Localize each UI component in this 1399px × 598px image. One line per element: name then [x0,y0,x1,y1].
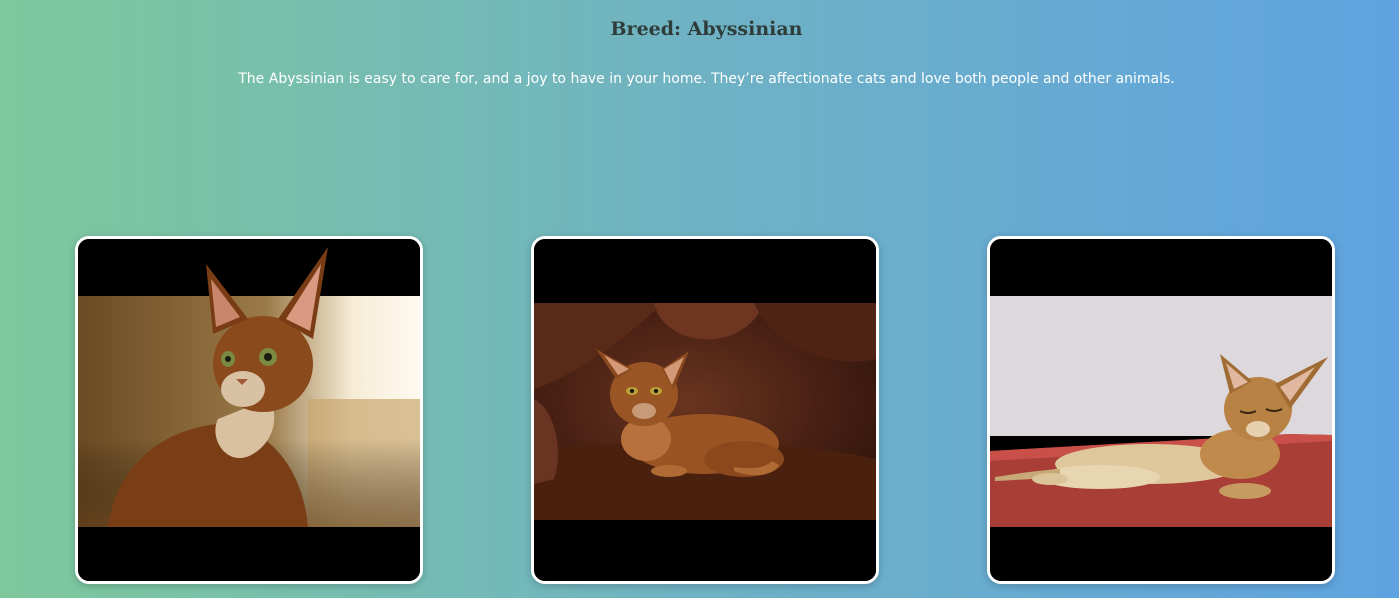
cat-photo-card-3[interactable] [987,236,1335,584]
cat-photo-card-2[interactable] [531,236,879,584]
cat-photo-1 [78,239,420,581]
cat-photo-3 [990,239,1332,581]
cat-photo-card-1[interactable] [75,236,423,584]
cat-photo-2 [534,239,876,581]
breed-title: Breed: Abyssinian [610,18,803,40]
breed-description: The Abyssinian is easy to care for, and … [238,71,1175,87]
